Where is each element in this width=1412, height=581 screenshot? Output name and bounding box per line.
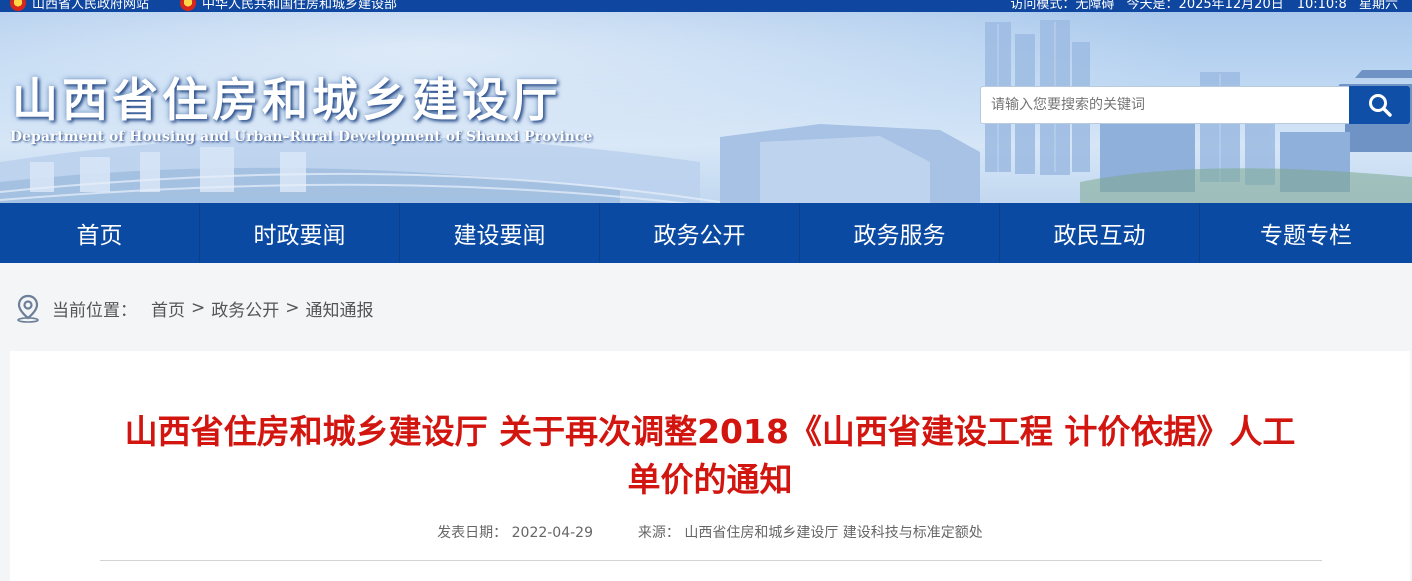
- nav-item-political-news[interactable]: 时政要闻: [200, 203, 400, 263]
- gov-site-label: 山西省人民政府网站: [32, 0, 150, 12]
- source-text: 山西省住房和城乡建设厅 建设科技与标准定额处: [684, 525, 983, 541]
- mohurd-site-label: 中华人民共和国住房和城乡建设部: [202, 0, 398, 12]
- gov-site-link[interactable]: 山西省人民政府网站: [10, 0, 149, 12]
- nav-item-public-interaction[interactable]: 政民互动: [1000, 203, 1200, 263]
- site-title: 山西省住房和城乡建设厅: [12, 73, 562, 127]
- breadcrumb-home[interactable]: 首页: [151, 296, 185, 321]
- nav-item-special-topics[interactable]: 专题专栏: [1200, 203, 1412, 263]
- search-input[interactable]: [980, 86, 1350, 124]
- article-panel: 山西省住房和城乡建设厅 关于再次调整2018《山西省建设工程 计价依据》人工单价…: [10, 351, 1410, 581]
- publish-date-label: 发表日期：: [437, 525, 508, 541]
- mohurd-site-link[interactable]: 中华人民共和国住房和城乡建设部: [180, 0, 397, 12]
- breadcrumb-government-affairs[interactable]: 政务公开: [211, 296, 279, 321]
- nav-item-construction-news[interactable]: 建设要闻: [400, 203, 600, 263]
- date-text: 今天是：2025年12月20日 10:10:8: [1126, 0, 1347, 12]
- breadcrumb-label: 当前位置：: [52, 300, 137, 321]
- top-utility-bar: 山西省人民政府网站 中华人民共和国住房和城乡建设部 访问模式：无障碍 今天是：2…: [0, 0, 1412, 12]
- source-label: 来源：: [637, 525, 680, 541]
- breadcrumb-separator: >: [191, 298, 206, 318]
- nav-item-government-services[interactable]: 政务服务: [800, 203, 1000, 263]
- breadcrumb: 当前位置： 首页 > 政务公开 > 通知通报: [14, 291, 374, 325]
- breadcrumb-separator: >: [285, 298, 300, 318]
- article-title: 山西省住房和城乡建设厅 关于再次调整2018《山西省建设工程 计价依据》人工单价…: [124, 412, 1296, 499]
- search-button[interactable]: [1349, 86, 1410, 124]
- nav-item-government-affairs[interactable]: 政务公开: [600, 203, 800, 263]
- search-icon: [1368, 94, 1392, 117]
- national-emblem-icon: [180, 0, 196, 11]
- accessibility-link[interactable]: 访问模式：无障碍: [1010, 0, 1114, 12]
- weekday-text: 星期六: [1358, 0, 1398, 12]
- publish-date: 2022-04-29: [511, 525, 593, 541]
- article-meta: 发表日期： 2022-04-29 来源： 山西省住房和城乡建设厅 建设科技与标准…: [10, 522, 1410, 542]
- site-subtitle: Department of Housing and Urban–Rural De…: [10, 129, 593, 145]
- main-nav: 首页 时政要闻 建设要闻 政务公开 政务服务 政民互动 专题专栏: [0, 203, 1412, 263]
- nav-item-home[interactable]: 首页: [0, 203, 200, 263]
- meta-divider: [100, 560, 1322, 561]
- topbar-status: 访问模式：无障碍 今天是：2025年12月20日 10:10:8 星期六: [1002, 0, 1398, 12]
- national-emblem-icon: [10, 0, 26, 11]
- breadcrumb-notices[interactable]: 通知通报: [306, 296, 374, 321]
- header-banner: 山西省住房和城乡建设厅 Department of Housing and Ur…: [0, 12, 1412, 203]
- location-pin-icon: [17, 294, 39, 323]
